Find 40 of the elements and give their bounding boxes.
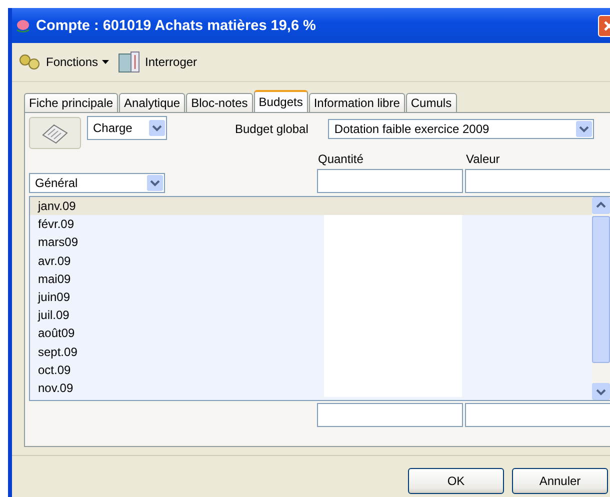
input-field[interactable] — [317, 169, 463, 193]
dialog-button[interactable]: OK — [408, 468, 504, 494]
tab[interactable]: Budgets — [254, 90, 308, 112]
cabinet-icon — [117, 50, 142, 74]
scrollbar[interactable] — [592, 197, 610, 400]
budget-dropdown[interactable]: Dotation faible exercice 2009 — [328, 119, 594, 139]
budget-label: Budget global — [235, 122, 308, 136]
list-row[interactable]: sept.09 — [30, 342, 592, 361]
tab[interactable]: Information libre — [308, 93, 405, 112]
app-icon — [16, 18, 30, 32]
query-button[interactable]: Interroger — [115, 48, 200, 76]
tab[interactable]: Bloc-notes — [186, 93, 253, 112]
list-row[interactable]: oct.09 — [30, 360, 592, 379]
list-row[interactable]: avr.09 — [30, 252, 592, 270]
column-header: Valeur — [465, 152, 501, 166]
window-title: Compte : 601019 Achats matières 19,6 % — [36, 18, 317, 34]
scroll-up-icon[interactable] — [592, 197, 610, 214]
dialog-button[interactable]: Annuler — [512, 468, 608, 494]
list-row[interactable]: juil.09 — [30, 306, 592, 324]
functions-menu[interactable]: Fonctions — [16, 51, 112, 73]
total-field[interactable] — [465, 403, 610, 427]
gears-icon — [18, 53, 42, 71]
total-field[interactable] — [317, 403, 463, 427]
tab[interactable]: Cumuls — [406, 93, 457, 112]
section-dropdown[interactable]: Général — [29, 173, 165, 193]
list-row[interactable]: nov.09 — [30, 378, 592, 398]
ruler-icon-button[interactable] — [29, 117, 81, 149]
list-row[interactable]: févr.09 — [30, 215, 592, 234]
list-row[interactable]: août09 — [30, 324, 592, 342]
list-row[interactable]: mai09 — [30, 270, 592, 288]
list-row[interactable]: janv.09 — [30, 197, 592, 216]
caret-icon — [102, 60, 110, 64]
tab[interactable]: Analytique — [119, 93, 186, 112]
type-dropdown[interactable]: Charge — [87, 116, 167, 140]
column-header: Quantité — [317, 152, 364, 166]
input-field[interactable] — [465, 169, 610, 193]
scroll-down-icon[interactable] — [592, 383, 610, 400]
list-row[interactable]: mars09 — [30, 233, 592, 252]
tab[interactable]: Fiche principale — [24, 93, 118, 112]
list-row[interactable]: juin09 — [30, 288, 592, 306]
